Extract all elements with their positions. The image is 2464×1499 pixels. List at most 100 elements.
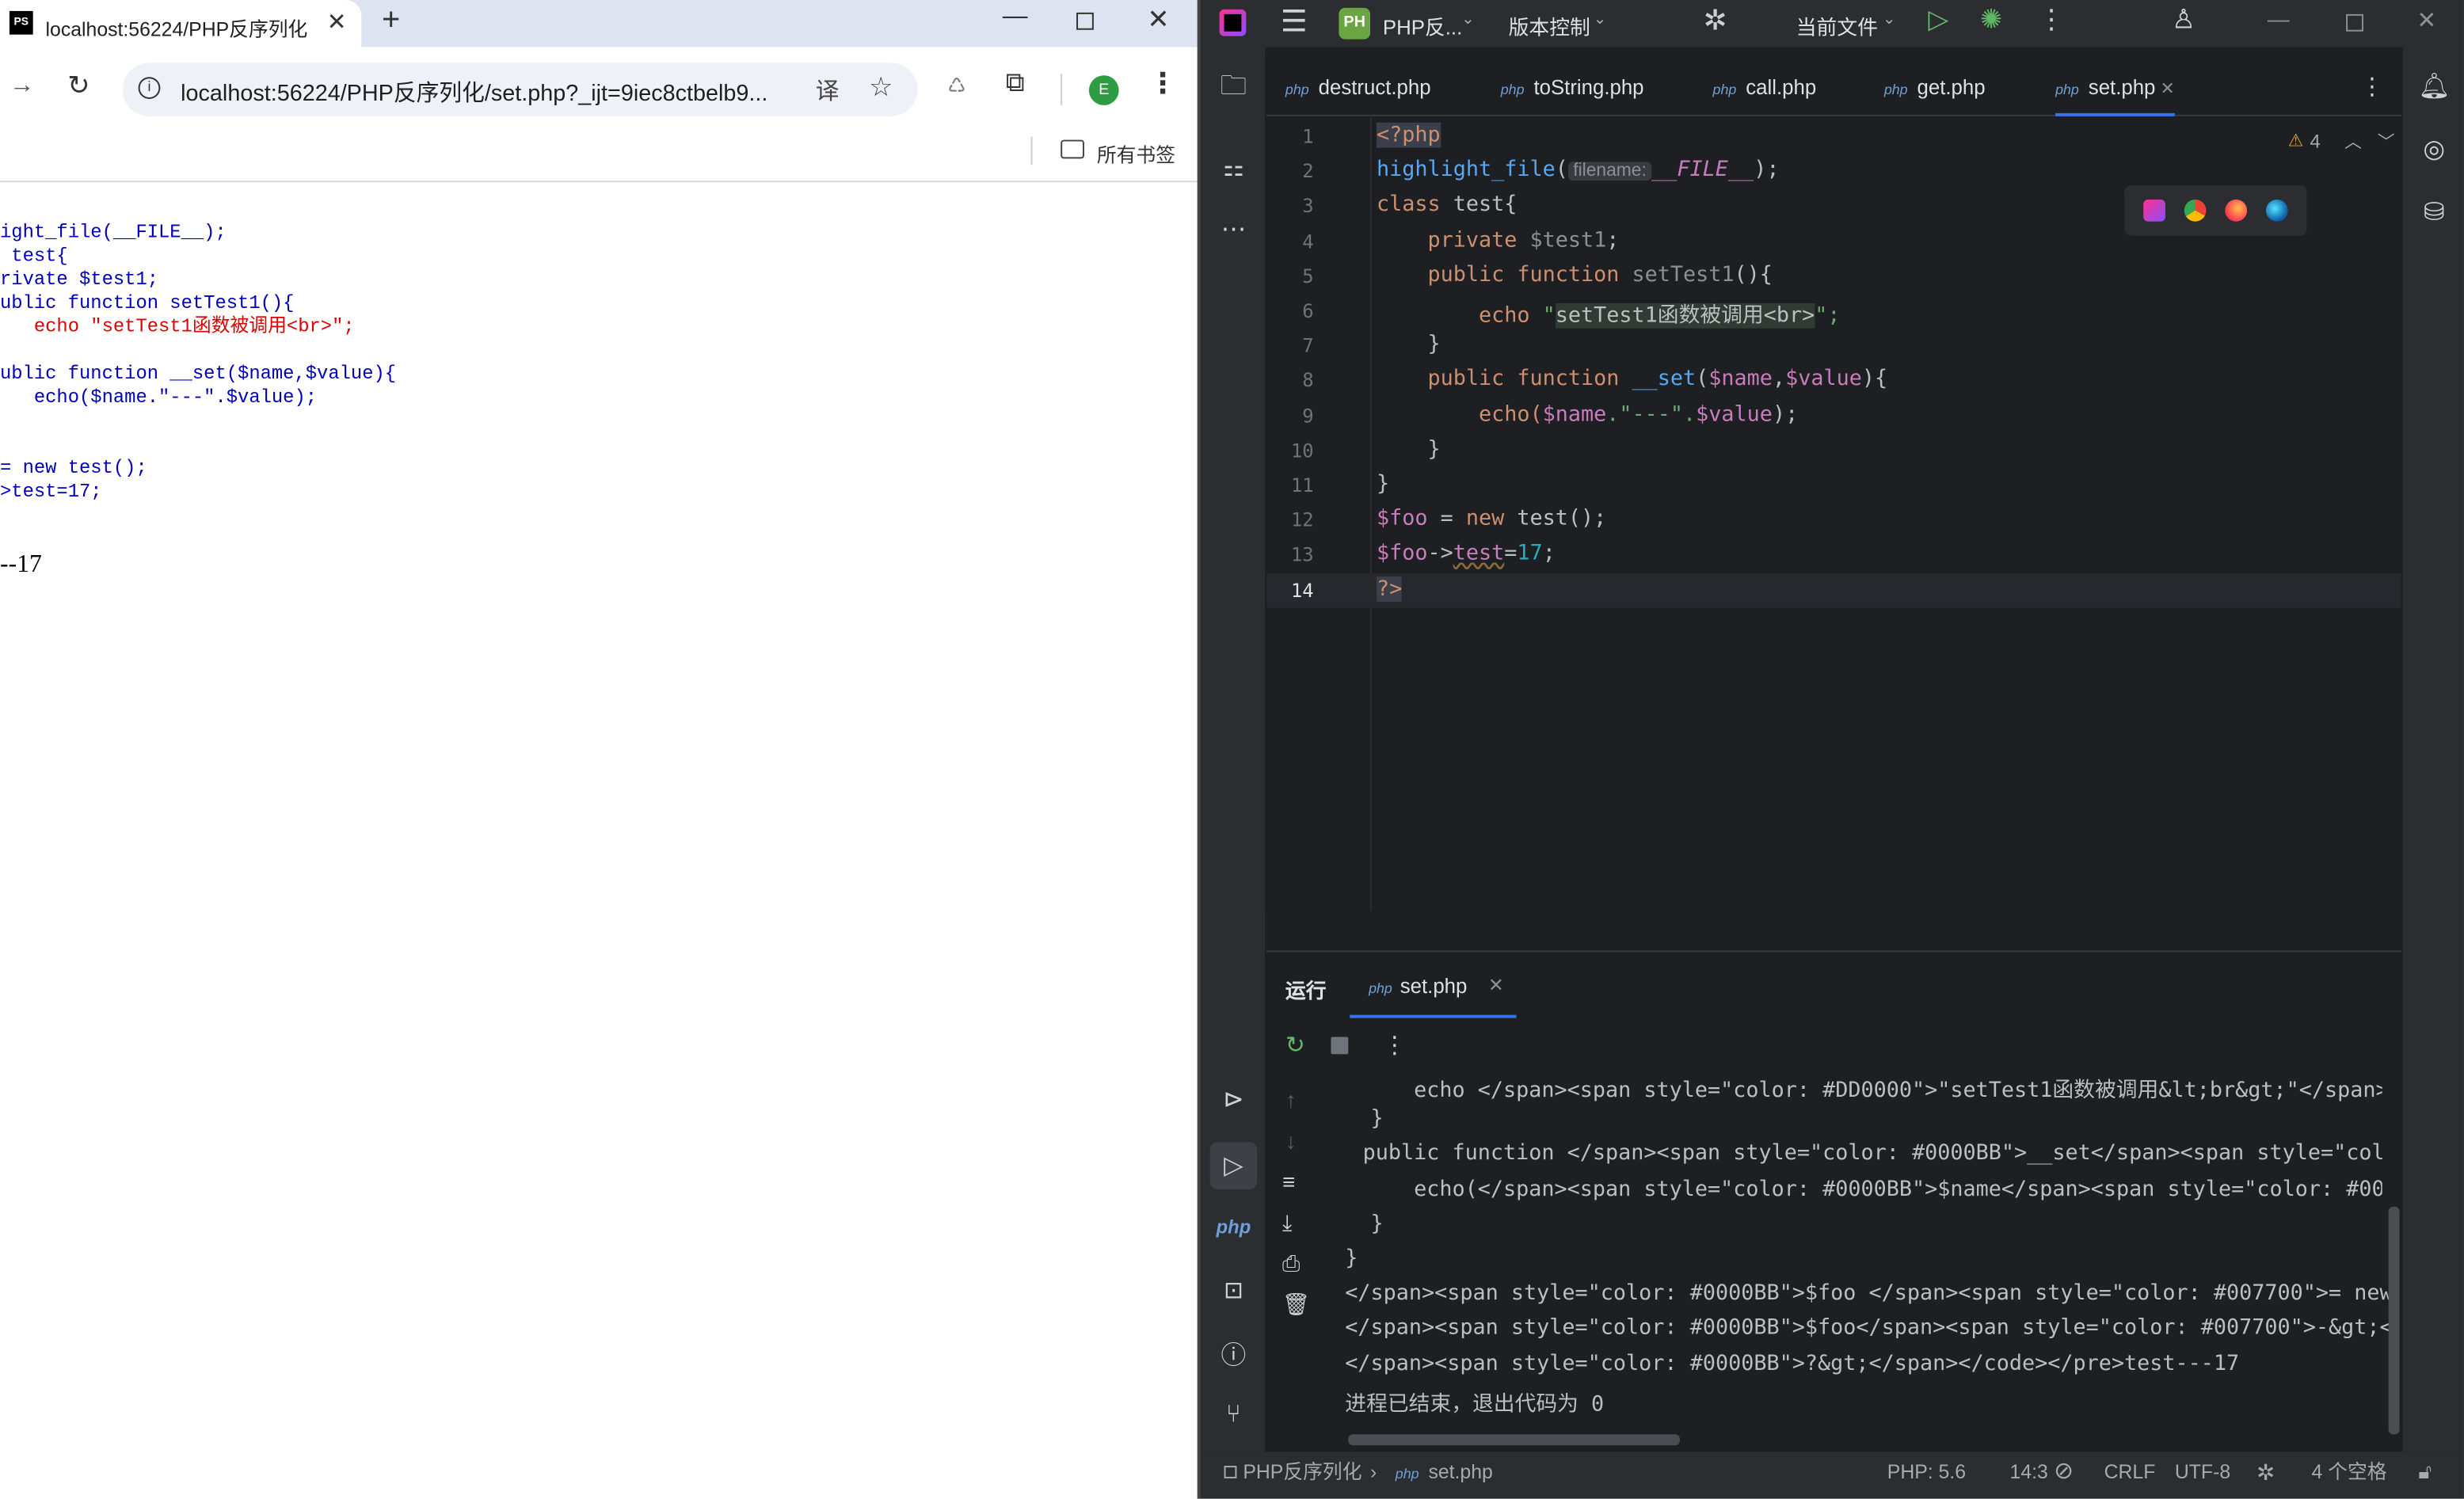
more-actions-icon[interactable]: ⋮	[2038, 5, 2065, 36]
code-token: $foo	[1376, 541, 1428, 567]
php-file-icon: php	[1369, 980, 1392, 996]
run-icon[interactable]: ▷	[1928, 5, 1948, 36]
run-tab-close-icon[interactable]: ✕	[1488, 974, 1504, 996]
tabs-more-icon[interactable]: ⋮	[2360, 72, 2384, 101]
code-token: setTest1	[1632, 261, 1735, 287]
structure-icon[interactable]: ⚏	[1215, 150, 1253, 185]
caret-position[interactable]: 14:3	[2010, 1451, 2048, 1493]
code-token: ?>	[1376, 576, 1403, 602]
ide-minimize-icon[interactable]: —	[2268, 6, 2290, 32]
ai-assistant-icon[interactable]: ◎	[2415, 132, 2453, 167]
tab-toString[interactable]: php toString.php	[1501, 59, 1644, 116]
soft-wrap-icon[interactable]: ≡	[1282, 1169, 1295, 1194]
code-token: $test1	[1529, 226, 1607, 253]
php-version[interactable]: PHP: 5.6	[1887, 1451, 1966, 1493]
tab-close-icon[interactable]: ✕	[2155, 80, 2174, 99]
tab-call[interactable]: php call.php	[1713, 59, 1817, 116]
run-config-selector[interactable]: 当前文件	[1796, 11, 1878, 41]
run-tool-icon[interactable]: ▷	[1209, 1142, 1258, 1189]
code-line: <?php	[1376, 122, 1441, 148]
run-tab[interactable]: php set.php ✕	[1350, 952, 1517, 1018]
main-menu-icon[interactable]: ☰	[1281, 5, 1308, 41]
code-token: $value	[1696, 401, 1773, 427]
rerun-icon[interactable]: ↻	[1285, 1031, 1305, 1059]
git-icon[interactable]: ⑂	[1215, 1398, 1253, 1433]
bookmark-star-icon[interactable]: ☆	[869, 72, 893, 104]
more-tools-icon[interactable]: ⋯	[1215, 212, 1253, 247]
stop-icon[interactable]	[1331, 1037, 1349, 1055]
tab-destruct[interactable]: php destruct.php	[1285, 59, 1431, 116]
notifications-icon[interactable]: 🔔︎	[2415, 69, 2453, 104]
problems-icon[interactable]: ⓘ	[1215, 1335, 1253, 1370]
database-icon[interactable]: ⛁	[2415, 195, 2453, 230]
extensions-puzzle-icon[interactable]: ⧉	[1006, 67, 1025, 99]
source-line: ublic function __set($name,$value){	[0, 363, 397, 386]
trash-icon[interactable]: 🗑︎	[1282, 1292, 1310, 1318]
run-more-icon[interactable]: ⋮	[1383, 1031, 1407, 1059]
close-window-icon[interactable]: ✕	[1147, 5, 1169, 36]
lock-icon[interactable]: 🔓︎	[2418, 1451, 2432, 1493]
file-encoding[interactable]: UTF-8	[2175, 1451, 2230, 1493]
tab-set[interactable]: php set.php ✕	[2055, 59, 2175, 116]
firefox-icon[interactable]	[2225, 199, 2248, 222]
project-badge[interactable]: PH	[1339, 7, 1371, 40]
debug-icon[interactable]: ✺	[1980, 5, 2002, 36]
maximize-icon[interactable]	[1076, 12, 1094, 30]
phpstorm-browser-icon[interactable]	[2143, 199, 2165, 222]
next-highlight-icon[interactable]: ﹀	[2378, 129, 2395, 154]
code-token: class	[1376, 192, 1453, 218]
debug-status-icon[interactable]: ✲	[2256, 1451, 2275, 1493]
add-user-icon[interactable]: ♙	[2172, 5, 2196, 36]
profile-avatar[interactable]: E	[1088, 75, 1119, 105]
right-tool-strip: 🔔︎ ◎ ⛁	[2401, 47, 2464, 1452]
services-icon[interactable]: ⊳	[1215, 1082, 1253, 1117]
code-line: }	[1377, 436, 1440, 462]
vertical-scrollbar[interactable]	[2388, 1206, 2400, 1435]
breadcrumb-project[interactable]: PHP反序列化	[1243, 1451, 1361, 1493]
indent-setting[interactable]: 4 个空格	[2311, 1451, 2386, 1493]
prev-highlight-icon[interactable]: ︿	[2344, 129, 2362, 154]
debug-bug-icon[interactable]: ✲	[1704, 5, 1727, 38]
output-line: 进程已结束，退出代码为 0	[1345, 1391, 1605, 1417]
reload-icon[interactable]: ↻	[67, 70, 89, 102]
scroll-down-icon[interactable]: ↓	[1285, 1128, 1297, 1154]
project-folder-icon[interactable]: 🗀	[1215, 70, 1253, 105]
more-menu-icon[interactable]: ⋮	[1148, 67, 1177, 101]
code-token: echo	[1376, 302, 1543, 329]
address-bar[interactable]: i localhost:56224/PHP反序列化/set.php?_ijt=9…	[122, 63, 918, 116]
vcs-menu[interactable]: 版本控制	[1509, 11, 1590, 41]
code-line: echo "setTest1函数被调用<br>";	[1377, 297, 1841, 329]
warning-icon[interactable]: ⚠	[2288, 131, 2304, 151]
minimize-icon[interactable]: —	[1003, 3, 1028, 32]
code-token: $value	[1785, 367, 1862, 392]
terminal-icon[interactable]: ⊡	[1215, 1273, 1253, 1307]
php-file-icon: php	[1395, 1466, 1419, 1482]
php-tool-icon[interactable]: php	[1210, 1210, 1258, 1245]
code-token: "	[1542, 302, 1556, 329]
tab-get[interactable]: php get.php	[1884, 59, 1986, 116]
url-text[interactable]: localhost:56224/PHP反序列化/set.php?_ijt=9ie…	[181, 75, 802, 108]
edge-icon[interactable]	[2265, 199, 2288, 222]
all-bookmarks-link[interactable]: 所有书签	[1097, 139, 1175, 169]
inspections-icon[interactable]: ⊘	[2054, 1451, 2074, 1493]
translate-icon[interactable]: 译	[816, 74, 840, 107]
project-name[interactable]: PHP反...	[1383, 11, 1462, 41]
tab-close-icon[interactable]: ✕	[327, 8, 347, 36]
line-number: 7	[1302, 334, 1314, 357]
chrome-icon[interactable]	[2184, 199, 2207, 222]
ide-maximize-icon[interactable]	[2346, 13, 2363, 32]
extension-icon-1[interactable]: ♺	[947, 74, 965, 99]
scroll-up-icon[interactable]: ↑	[1285, 1087, 1297, 1113]
code-editor[interactable]: 1 2 3 4 5 6 7 8 9 10 11 12 13 14 <?php highlight_file(…	[1266, 117, 2401, 911]
ide-close-icon[interactable]: ✕	[2416, 6, 2436, 35]
line-separator[interactable]: CRLF	[2104, 1451, 2156, 1493]
horizontal-scrollbar[interactable]	[1348, 1434, 1680, 1446]
code-token: public function	[1376, 261, 1632, 287]
forward-icon[interactable]: →	[10, 72, 35, 101]
scroll-to-end-icon[interactable]: ⤓	[1282, 1210, 1292, 1237]
site-info-icon[interactable]: i	[138, 77, 161, 99]
breadcrumb-file[interactable]: set.php	[1428, 1451, 1492, 1493]
print-icon[interactable]: ⎙	[1282, 1250, 1300, 1277]
browser-tab-active[interactable]: PS localhost:56224/PHP反序列化 ✕	[0, 0, 362, 48]
new-tab-icon[interactable]: +	[382, 3, 400, 40]
